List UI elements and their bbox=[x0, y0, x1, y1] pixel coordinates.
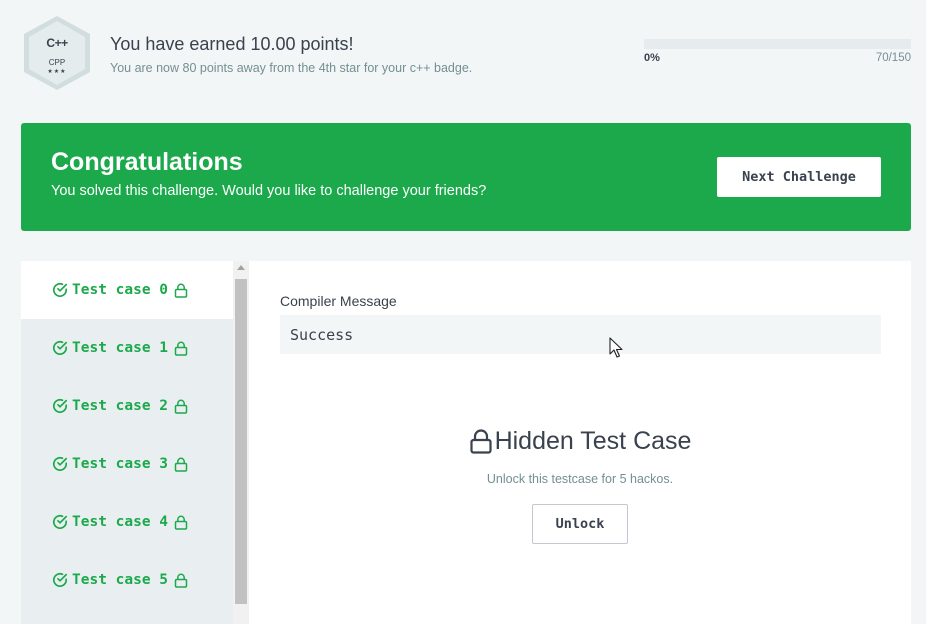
test-case-list: Test case 0 Test case 1 Test case 2 Test ca… bbox=[21, 261, 233, 624]
lock-icon bbox=[174, 457, 188, 472]
test-case-label: Test case 0 bbox=[72, 282, 169, 298]
check-circle-icon bbox=[52, 282, 68, 298]
congratulations-banner: Congratulations You solved this challeng… bbox=[21, 123, 911, 231]
hidden-test-case-title: Hidden Test Case bbox=[494, 427, 692, 455]
badge-progress-bar bbox=[644, 39, 911, 49]
test-case-item[interactable]: Test case 2 bbox=[21, 377, 233, 435]
lock-icon bbox=[469, 429, 492, 454]
badge-logo: C++ bbox=[46, 36, 68, 50]
badge-stars: ★★★ bbox=[47, 69, 67, 75]
test-case-item[interactable]: Test case 4 bbox=[21, 493, 233, 551]
scrollbar-thumb[interactable] bbox=[235, 279, 247, 604]
test-case-detail-panel: Compiler Message Success Hidden Test Cas… bbox=[249, 261, 911, 624]
unlock-note: Unlock this testcase for 5 hackos. bbox=[486, 472, 674, 486]
mouse-cursor-icon bbox=[609, 337, 623, 358]
progress-percent: 0% bbox=[644, 52, 660, 64]
check-circle-icon bbox=[52, 514, 68, 530]
banner-subtitle: You solved this challenge. Would you lik… bbox=[51, 183, 487, 199]
points-earned-subtitle: You are now 80 points away from the 4th … bbox=[110, 61, 473, 75]
check-circle-icon bbox=[52, 340, 68, 356]
test-case-label: Test case 1 bbox=[72, 340, 169, 356]
compiler-message-box: Success bbox=[280, 315, 881, 354]
check-circle-icon bbox=[52, 398, 68, 414]
compiler-message-text: Success bbox=[290, 326, 354, 344]
test-case-scrollbar[interactable] bbox=[233, 261, 249, 624]
unlock-button[interactable]: Unlock bbox=[532, 504, 628, 544]
cpp-badge: C++ CPP ★★★ bbox=[20, 14, 94, 92]
hidden-test-case-heading: Hidden Test Case bbox=[249, 427, 911, 456]
test-case-item[interactable]: Test case 3 bbox=[21, 435, 233, 493]
scroll-up-arrow-icon[interactable] bbox=[237, 265, 245, 270]
test-case-item[interactable]: Test case 1 bbox=[21, 319, 233, 377]
badge-name: CPP bbox=[48, 58, 66, 67]
test-case-label: Test case 2 bbox=[72, 398, 169, 414]
lock-icon bbox=[174, 515, 188, 530]
lock-icon bbox=[174, 341, 188, 356]
banner-title: Congratulations bbox=[51, 148, 243, 176]
check-circle-icon bbox=[52, 572, 68, 588]
next-challenge-button[interactable]: Next Challenge bbox=[717, 157, 881, 197]
test-case-item[interactable]: Test case 5 bbox=[21, 551, 233, 609]
test-case-label: Test case 5 bbox=[72, 572, 169, 588]
lock-icon bbox=[174, 573, 188, 588]
points-earned-title: You have earned 10.00 points! bbox=[110, 34, 354, 54]
test-case-item[interactable]: Test case 0 bbox=[21, 261, 233, 319]
check-circle-icon bbox=[52, 456, 68, 472]
lock-icon bbox=[174, 283, 188, 298]
test-case-label: Test case 3 bbox=[72, 456, 169, 472]
progress-count: 70/150 bbox=[875, 52, 911, 64]
test-case-label: Test case 4 bbox=[72, 514, 169, 530]
compiler-message-label: Compiler Message bbox=[280, 293, 397, 309]
lock-icon bbox=[174, 399, 188, 414]
